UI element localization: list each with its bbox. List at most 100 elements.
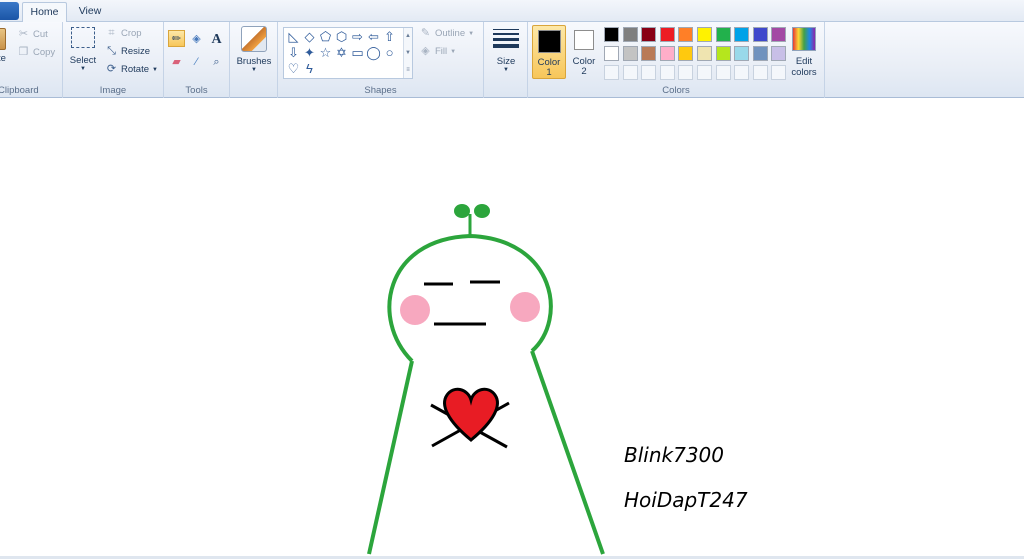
color-swatch[interactable] [715, 27, 731, 42]
six-point-star-icon[interactable]: ✡ [334, 45, 349, 60]
file-menu-button[interactable] [0, 2, 19, 20]
size-button[interactable]: Size ▼ [490, 26, 522, 73]
color-picker-tool[interactable]: ⁄ [188, 53, 205, 70]
paste-icon [0, 28, 6, 50]
copy-button[interactable]: ❐ Copy [17, 46, 56, 59]
hexagon-icon[interactable]: ⬡ [334, 29, 349, 44]
fill-label: Fill [435, 46, 448, 57]
crop-label: Crop [121, 28, 142, 39]
left-cheek [400, 295, 430, 325]
oval-callout-icon[interactable]: ◯ [366, 45, 381, 60]
color-swatch[interactable] [678, 46, 694, 61]
custom-color-slot[interactable] [697, 65, 712, 80]
fill-button[interactable]: ◈ Fill ▼ [419, 45, 456, 58]
body-left-line [367, 360, 414, 555]
shapes-scrollbar[interactable]: ▲ ▼ ≡ [403, 28, 412, 78]
custom-color-slot[interactable] [622, 65, 638, 80]
color-swatch[interactable] [771, 46, 787, 61]
color-swatch[interactable] [752, 46, 768, 61]
text-tool[interactable]: A [208, 30, 225, 47]
paste-button[interactable]: te [0, 28, 10, 64]
rect-callout-icon[interactable]: ▭ [350, 45, 365, 60]
tab-view[interactable]: View [70, 2, 110, 22]
heart-shape-icon[interactable]: ♡ [286, 61, 301, 76]
cut-label: Cut [33, 29, 48, 40]
color-swatch[interactable] [734, 46, 750, 61]
body-right-line [530, 350, 605, 555]
chevron-down-icon: ▼ [80, 66, 86, 72]
custom-color-slot[interactable] [771, 65, 787, 80]
chevron-down-icon: ▼ [251, 67, 257, 73]
down-arrow-icon[interactable]: ⇩ [286, 45, 301, 60]
color-swatch[interactable] [659, 27, 675, 42]
left-arrow-icon[interactable]: ⇦ [366, 29, 381, 44]
eraser-icon: ▰ [172, 56, 181, 68]
cloud-callout-icon[interactable]: ○ [382, 45, 397, 60]
right-arrow-icon[interactable]: ⇨ [350, 29, 365, 44]
five-point-star-icon[interactable]: ☆ [318, 45, 333, 60]
pencil-tool[interactable]: ✏ [168, 30, 185, 47]
custom-color-slot[interactable] [715, 65, 731, 80]
color-swatch[interactable] [641, 46, 657, 61]
select-button[interactable]: Select ▼ [68, 27, 98, 72]
color-swatch[interactable] [622, 46, 638, 61]
rotate-label: Rotate [121, 64, 149, 75]
color2-button[interactable]: Color 2 [568, 25, 600, 79]
four-point-star-icon[interactable]: ✦ [302, 45, 317, 60]
custom-color-slot[interactable] [678, 65, 694, 80]
color-swatch[interactable] [752, 27, 768, 42]
color-swatch[interactable] [715, 46, 731, 61]
tab-home[interactable]: Home [22, 2, 67, 23]
pencil-icon: ✏ [171, 33, 182, 45]
color-swatch[interactable] [697, 27, 712, 42]
fill-tool[interactable]: ◈ [188, 30, 205, 47]
magnifier-tool[interactable]: ⌕ [208, 53, 225, 70]
edit-colors-label: Edit colors [791, 56, 817, 78]
select-label: Select [69, 55, 97, 66]
size-label: Size [496, 56, 516, 67]
color-swatch[interactable] [659, 46, 675, 61]
crop-button[interactable]: ⌗ Crop [105, 27, 142, 40]
eyedropper-icon: ⁄ [195, 56, 198, 68]
color-swatch[interactable] [604, 27, 619, 42]
shapes-group: ◺ ◇ ⬠ ⬡ ⇨ ⇦ ⇧ ⇩ ✦ ☆ ✡ ▭ ◯ ○ ♡ ϟ ▲ ▼ ≡ ✎ Out… [278, 22, 484, 98]
custom-color-slot[interactable] [752, 65, 768, 80]
color-swatch[interactable] [622, 27, 638, 42]
size-group: Size ▼ [484, 22, 528, 98]
clipboard-group-label: Clipboard [0, 85, 39, 96]
chevron-down-icon: ▼ [468, 30, 475, 37]
outline-label: Outline [435, 28, 466, 39]
edit-colors-button[interactable]: Edit colors [786, 27, 822, 78]
color-swatch[interactable] [678, 27, 694, 42]
cut-button[interactable]: ✂ Cut [17, 28, 48, 41]
brushes-button[interactable]: Brushes ▼ [235, 26, 273, 73]
eraser-tool[interactable]: ▰ [168, 53, 185, 70]
custom-color-slot[interactable] [734, 65, 750, 80]
line-widths-icon [493, 29, 519, 48]
color-swatch[interactable] [697, 46, 712, 61]
color2-swatch [574, 30, 594, 50]
pentagon-icon[interactable]: ⬠ [318, 29, 333, 44]
shapes-gallery[interactable]: ◺ ◇ ⬠ ⬡ ⇨ ⇦ ⇧ ⇩ ✦ ☆ ✡ ▭ ◯ ○ ♡ ϟ ▲ ▼ ≡ [283, 27, 413, 79]
right-cheek [510, 292, 540, 322]
color-swatch[interactable] [604, 46, 619, 61]
color-swatch[interactable] [641, 27, 657, 42]
custom-color-slot[interactable] [604, 65, 619, 80]
resize-button[interactable]: ⤡ Resize [105, 45, 150, 58]
right-triangle-icon[interactable]: ◺ [286, 29, 301, 44]
outline-button[interactable]: ✎ Outline ▼ [419, 27, 474, 40]
paint-bucket-icon: ◈ [192, 33, 201, 45]
diamond-icon[interactable]: ◇ [302, 29, 317, 44]
drawing-canvas[interactable]: Blink7300 HoiDapT247 [0, 99, 1024, 556]
brushes-group: Brushes ▼ [230, 22, 278, 98]
color-swatch[interactable] [734, 27, 750, 42]
rotate-button[interactable]: ⟳ Rotate ▼ [105, 63, 158, 76]
color1-button[interactable]: Color 1 [532, 25, 566, 79]
custom-color-slot[interactable] [641, 65, 657, 80]
up-arrow-icon[interactable]: ⇧ [382, 29, 397, 44]
copy-icon: ❐ [18, 46, 29, 58]
custom-color-slot[interactable] [659, 65, 675, 80]
colors-group-label: Colors [662, 85, 690, 96]
color-swatch[interactable] [771, 27, 787, 42]
lightning-icon[interactable]: ϟ [302, 61, 317, 76]
